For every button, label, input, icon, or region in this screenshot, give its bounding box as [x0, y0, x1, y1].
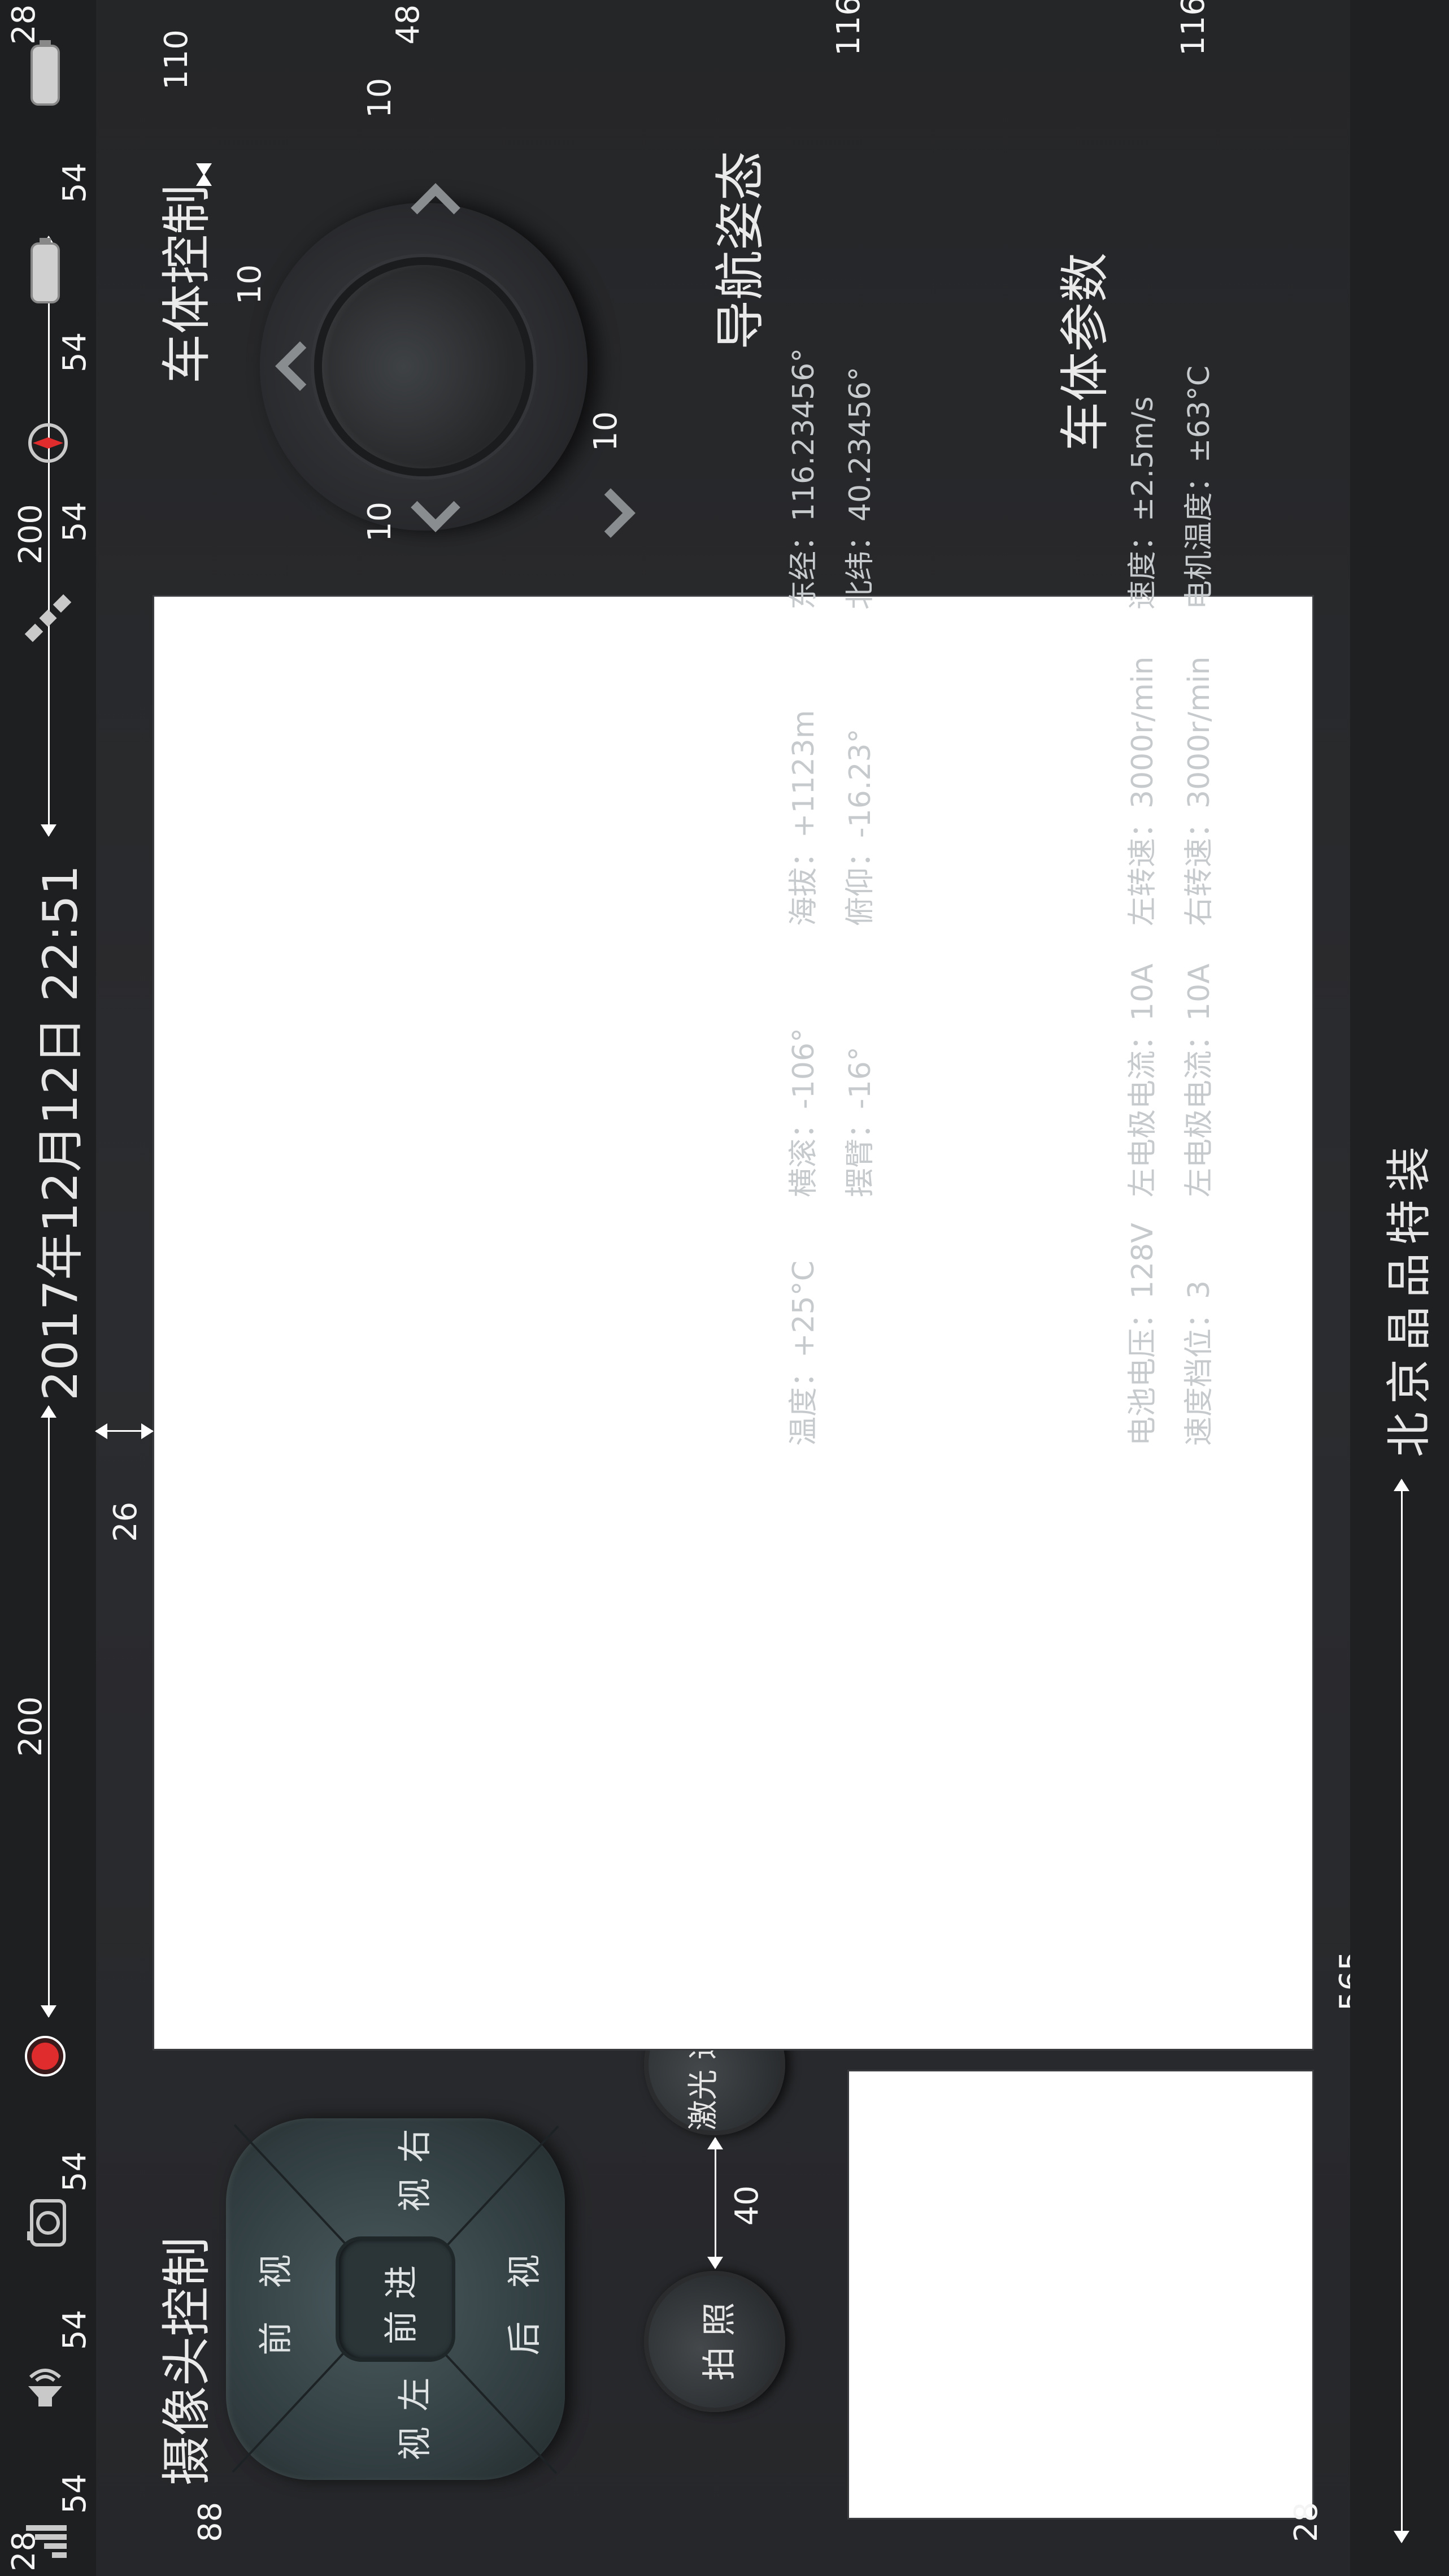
battery-voltage-value: 电池电压：128V	[1126, 1223, 1160, 1446]
dim-26: 26	[107, 1501, 144, 1542]
vehicle-title: 车体参数	[1056, 252, 1114, 451]
dim-10: 10	[588, 411, 624, 451]
dim-200-left: 200	[12, 1696, 49, 1757]
brand-text: 北京晶品特装	[1383, 1139, 1435, 1457]
rear-view-button[interactable]: 后 视	[497, 2243, 546, 2356]
camera-dpad: 前进 前 视 左 视 右 视 后 视	[226, 2118, 565, 2480]
altitude-value: 海拔：+1123m	[787, 710, 821, 926]
dim-10: 10	[362, 77, 398, 118]
motor-temp-value: 电机温度：±63°C	[1182, 365, 1216, 610]
dim-88: 88	[192, 2501, 229, 2542]
dim-54: 54	[56, 162, 93, 203]
speed-value: 速度：±2.5m/s	[1126, 396, 1160, 610]
photo-button-label: 拍 照	[700, 2302, 739, 2381]
front-view-button[interactable]: 前 视	[249, 2243, 298, 2356]
dim-10: 10	[232, 264, 268, 305]
sound-icon[interactable]	[23, 2367, 68, 2412]
secondary-video-panel[interactable]	[847, 2070, 1314, 2519]
satellite-icon	[23, 593, 73, 644]
datetime-text: 2017年12月12日 22:51	[33, 865, 88, 1401]
status-bar: 200 2017年12月12日 22:51 200 54 54 54 54 54…	[0, 0, 96, 2576]
camera-icon[interactable]	[20, 2197, 71, 2248]
dim-48: 48	[390, 4, 427, 45]
dim-28: 28	[1288, 2501, 1325, 2542]
joystick-down-icon[interactable]	[586, 488, 636, 538]
left-current-value: 左电极电流：10A	[1126, 963, 1160, 1197]
dim-54: 54	[56, 501, 93, 542]
camera-control-title: 摄像头控制	[158, 2236, 216, 2486]
left-view-button[interactable]: 左 视	[374, 2373, 464, 2469]
app-screen: 200 2017年12月12日 22:51 200 54 54 54 54 54…	[0, 0, 1449, 2576]
pitch-value: 俯仰：-16.23°	[843, 728, 877, 926]
roll-value: 横滚：-106°	[787, 1027, 821, 1197]
dim-28: 28	[6, 4, 42, 45]
east-longitude: 东经：116.23456°	[787, 347, 821, 610]
battery-icon	[28, 39, 62, 107]
left-rpm-value: 左转速：3000r/min	[1126, 656, 1160, 926]
battery-icon	[28, 237, 62, 305]
dim-200-right: 200	[12, 504, 49, 564]
dim-10: 10	[362, 501, 398, 542]
dim-116: 116	[1175, 0, 1212, 56]
yaw-value: 摆臂：-16°	[843, 1046, 877, 1197]
temperature-value: 温度：+25°C	[787, 1260, 821, 1446]
dim-116: 116	[830, 0, 867, 56]
record-icon[interactable]	[23, 2034, 68, 2079]
right-rpm-value: 右转速：3000r/min	[1182, 656, 1216, 926]
right-view-button[interactable]: 右 视	[374, 2124, 464, 2220]
north-latitude: 北纬：40.23456°	[843, 366, 877, 610]
dim-40: 40	[729, 2185, 765, 2226]
gear-value: 速度档位：3	[1182, 1280, 1216, 1446]
navigation-title: 导航姿态	[711, 150, 769, 350]
dim-110: 110	[158, 29, 195, 90]
body-control-title: 车体控制	[158, 184, 216, 384]
forward-label: 前进	[382, 2254, 421, 2344]
compass-icon	[23, 418, 73, 468]
dim-54: 54	[56, 2309, 93, 2350]
dim-54: 54	[56, 2151, 93, 2192]
dim-54: 54	[56, 2473, 93, 2514]
right-current-value: 左电极电流：10A	[1182, 963, 1216, 1197]
footer-bar: 北京晶品特装	[1350, 0, 1449, 2576]
dim-28: 28	[6, 2531, 42, 2571]
dim-54: 54	[56, 332, 93, 372]
